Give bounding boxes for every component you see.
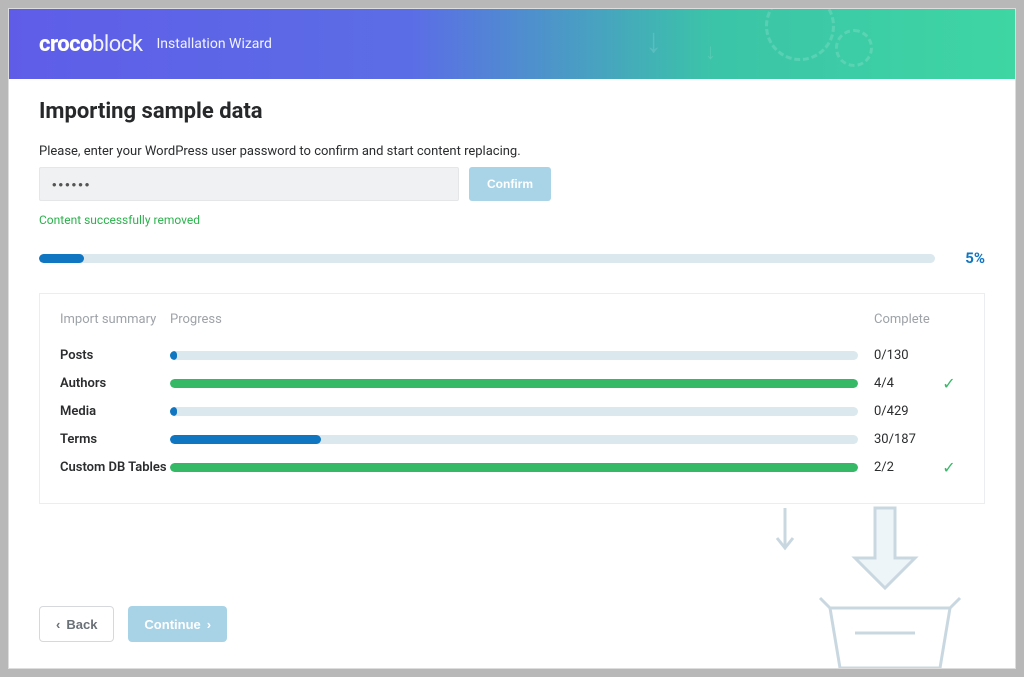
mini-progress-track xyxy=(170,407,858,416)
summary-row-complete: 4/4 xyxy=(874,376,934,391)
main-progress-percent: 5% xyxy=(953,249,985,267)
instruction-text: Please, enter your WordPress user passwo… xyxy=(39,144,985,159)
summary-head-check xyxy=(934,312,964,327)
brand-logo-light: block xyxy=(92,32,142,57)
wizard-content: Importing sample data Please, enter your… xyxy=(9,79,1015,504)
summary-row-progress xyxy=(170,351,874,360)
summary-row: Authors 4/4 ✓ xyxy=(60,369,964,397)
summary-row-progress xyxy=(170,379,874,388)
background-box-art xyxy=(765,488,985,668)
main-progress: 5% xyxy=(39,249,985,267)
summary-row-progress xyxy=(170,407,874,416)
summary-row: Media 0/429 xyxy=(60,397,964,425)
main-progress-fill xyxy=(39,254,84,263)
success-message: Content successfully removed xyxy=(39,213,985,227)
check-icon: ✓ xyxy=(942,374,955,393)
summary-row-label: Media xyxy=(60,404,170,419)
brand-logo-bold: croco xyxy=(39,32,92,57)
back-button[interactable]: ‹ Back xyxy=(39,606,114,642)
back-label: Back xyxy=(66,617,97,632)
mini-progress-fill xyxy=(170,379,858,388)
password-input[interactable] xyxy=(39,167,459,201)
summary-row-check: ✓ xyxy=(934,458,964,477)
import-summary-card: Import summary Progress Complete Posts 0/… xyxy=(39,293,985,504)
summary-row-complete: 2/2 xyxy=(874,460,934,475)
mini-progress-track xyxy=(170,463,858,472)
summary-row: Posts 0/130 xyxy=(60,341,964,369)
header-decoration: ↓ ↓ xyxy=(635,9,1015,79)
summary-row-complete: 0/429 xyxy=(874,404,934,419)
brand-logo: crocoblock xyxy=(39,32,142,57)
summary-row-label: Posts xyxy=(60,348,170,363)
summary-row-complete: 30/187 xyxy=(874,432,934,447)
mini-progress-track xyxy=(170,351,858,360)
check-icon: ✓ xyxy=(942,458,955,477)
summary-head-complete: Complete xyxy=(874,312,934,327)
mini-progress-track xyxy=(170,379,858,388)
summary-header: Import summary Progress Complete xyxy=(60,312,964,327)
page-title: Importing sample data xyxy=(39,99,985,124)
mini-progress-fill xyxy=(170,351,177,360)
continue-button[interactable]: Continue › xyxy=(128,606,227,642)
wizard-header: crocoblock Installation Wizard ↓ ↓ xyxy=(9,9,1015,79)
summary-head-name: Import summary xyxy=(60,312,170,327)
summary-row-progress xyxy=(170,435,874,444)
chevron-right-icon: › xyxy=(207,617,211,632)
summary-row-label: Authors xyxy=(60,376,170,391)
summary-row-label: Custom DB Tables xyxy=(60,460,170,475)
main-progress-track xyxy=(39,254,935,263)
header-subtitle: Installation Wizard xyxy=(156,36,271,52)
mini-progress-fill xyxy=(170,435,321,444)
chevron-left-icon: ‹ xyxy=(56,617,60,632)
summary-row-progress xyxy=(170,463,874,472)
summary-row: Terms 30/187 xyxy=(60,425,964,453)
confirm-button[interactable]: Confirm xyxy=(469,167,551,201)
wizard-window: crocoblock Installation Wizard ↓ ↓ Impor… xyxy=(8,8,1016,669)
summary-row-label: Terms xyxy=(60,432,170,447)
confirm-row: Confirm xyxy=(39,167,985,201)
mini-progress-fill xyxy=(170,463,858,472)
mini-progress-fill xyxy=(170,407,177,416)
wizard-footer: ‹ Back Continue › xyxy=(39,606,227,642)
summary-row-check: ✓ xyxy=(934,374,964,393)
summary-row: Custom DB Tables 2/2 ✓ xyxy=(60,453,964,481)
summary-head-progress: Progress xyxy=(170,312,874,327)
summary-row-complete: 0/130 xyxy=(874,348,934,363)
continue-label: Continue xyxy=(144,617,200,632)
mini-progress-track xyxy=(170,435,858,444)
